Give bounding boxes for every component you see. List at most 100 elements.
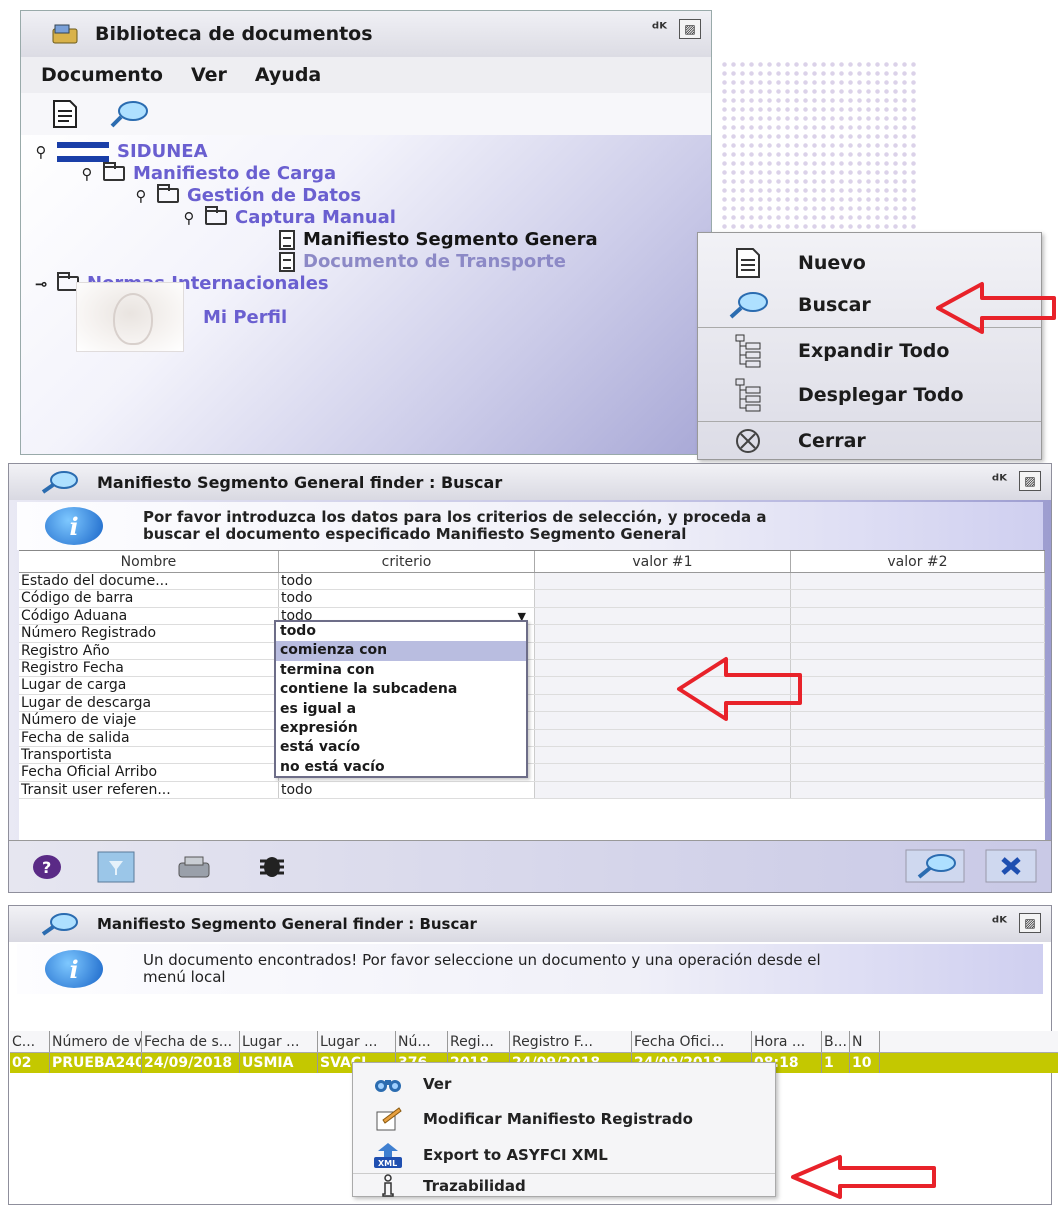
menu-ver[interactable]: Ver: [191, 64, 227, 86]
collapsed-pin-icon[interactable]: ⊸: [33, 275, 49, 293]
profile-avatar: [76, 282, 184, 352]
dropdown-option-selected[interactable]: comienza con: [276, 641, 526, 661]
results-column-header[interactable]: N: [850, 1031, 880, 1052]
undock-icon[interactable]: ᵈᴷ: [652, 19, 667, 39]
new-document-icon[interactable]: [51, 99, 79, 129]
expand-pin-icon[interactable]: ⚲: [181, 209, 197, 227]
criteria-value2-cell[interactable]: [790, 764, 1045, 781]
results-column-header[interactable]: Nú...: [396, 1031, 448, 1052]
criteria-row[interactable]: Fecha de salida: [19, 729, 1045, 747]
criteria-row[interactable]: Registro Año: [19, 642, 1045, 660]
criteria-row[interactable]: Lugar de descarga: [19, 694, 1045, 713]
results-column-header[interactable]: Fecha Ofici...: [632, 1031, 752, 1052]
results-column-header[interactable]: Número de viaje: [50, 1031, 142, 1052]
menu-documento[interactable]: Documento: [41, 64, 163, 86]
dropdown-option[interactable]: es igual a: [276, 700, 526, 719]
dropdown-option[interactable]: está vacío: [276, 738, 526, 757]
tree-item-mi-perfil[interactable]: Mi Perfil: [203, 307, 287, 328]
criteria-value2-cell[interactable]: [790, 607, 1045, 625]
printer-icon[interactable]: [175, 855, 213, 881]
menu-ayuda[interactable]: Ayuda: [255, 64, 321, 86]
maximize-button[interactable]: ▨: [679, 19, 701, 39]
criteria-value2-cell[interactable]: [790, 729, 1045, 746]
tree-item-sidunea[interactable]: ⚲ SIDUNEA: [33, 141, 208, 162]
dropdown-option[interactable]: todo: [276, 622, 526, 641]
info-icon: i: [45, 950, 103, 988]
results-column-header[interactable]: Fecha de s...: [142, 1031, 240, 1052]
close-button[interactable]: [985, 849, 1037, 883]
criteria-value2-cell[interactable]: [790, 712, 1045, 729]
criteria-value2-cell[interactable]: [790, 659, 1045, 677]
settings-icon[interactable]: [257, 853, 287, 881]
criteria-value1-cell[interactable]: [534, 625, 791, 642]
dropdown-option[interactable]: contiene la subcadena: [276, 680, 526, 699]
results-column-header[interactable]: Hora ...: [752, 1031, 822, 1052]
maximize-button[interactable]: ▨: [1019, 913, 1041, 933]
search-icon[interactable]: [109, 99, 149, 129]
menu-item-trazabilidad[interactable]: Trazabilidad: [353, 1174, 775, 1197]
help-icon[interactable]: ?: [31, 853, 63, 881]
search-icon: [729, 292, 768, 319]
results-column-header[interactable]: Regi...: [448, 1031, 510, 1052]
criteria-row[interactable]: Transit user referen... todo: [19, 781, 1045, 800]
criteria-row[interactable]: Registro Fecha: [19, 659, 1045, 678]
results-column-header[interactable]: Registro F...: [510, 1031, 632, 1052]
criteria-value1-cell[interactable]: [534, 746, 791, 764]
criteria-operator-cell[interactable]: todo: [278, 573, 535, 590]
criteria-value2-cell[interactable]: [790, 746, 1045, 764]
filter-icon[interactable]: [97, 851, 135, 883]
expand-pin-icon[interactable]: ⚲: [133, 187, 149, 205]
tree-item-captura-manual[interactable]: ⚲ Captura Manual: [181, 206, 396, 228]
results-column-header[interactable]: B...: [822, 1031, 850, 1052]
menu-item-export-xml[interactable]: XML Export to ASYFCI XML: [353, 1139, 775, 1171]
dropdown-option[interactable]: no está vacío: [276, 758, 526, 777]
criteria-value1-cell[interactable]: [534, 781, 791, 799]
criteria-row[interactable]: Código de barra todo: [19, 590, 1045, 608]
criteria-value2-cell[interactable]: [790, 625, 1045, 642]
undock-icon[interactable]: ᵈᴷ: [992, 471, 1007, 491]
search-button[interactable]: [905, 849, 965, 883]
criteria-row[interactable]: Código Aduana todo ▼: [19, 607, 1045, 626]
criteria-row[interactable]: Lugar de carga: [19, 677, 1045, 695]
results-column-header[interactable]: Lugar ...: [318, 1031, 396, 1052]
menu-item-desplegar[interactable]: Desplegar Todo: [698, 373, 1041, 417]
menu-item-cerrar[interactable]: Cerrar: [698, 423, 1041, 459]
results-column-header[interactable]: Lugar ...: [240, 1031, 318, 1052]
criteria-row[interactable]: Estado del docume... todo: [19, 573, 1045, 591]
tree-item-segmento-general[interactable]: Manifiesto Segmento Genera: [279, 229, 598, 250]
criteria-value1-cell[interactable]: [534, 607, 791, 625]
criteria-value2-cell[interactable]: [790, 590, 1045, 607]
criteria-operator-cell[interactable]: todo: [278, 781, 535, 799]
criteria-value2-cell[interactable]: [790, 694, 1045, 712]
criteria-value1-cell[interactable]: [534, 590, 791, 607]
folder-open-icon: [103, 162, 125, 181]
tree-item-gestion-datos[interactable]: ⚲ Gestión de Datos: [133, 184, 361, 206]
criteria-value2-cell[interactable]: [790, 642, 1045, 659]
criteria-value1-cell[interactable]: [534, 764, 791, 781]
criteria-row[interactable]: Número de viaje: [19, 712, 1045, 730]
criteria-row[interactable]: Transportista: [19, 746, 1045, 765]
expand-pin-icon[interactable]: ⚲: [33, 143, 49, 161]
document-icon: [279, 251, 295, 272]
criteria-row[interactable]: Fecha Oficial Arribo: [19, 764, 1045, 782]
dropdown-option[interactable]: expresión: [276, 719, 526, 738]
menu-item-modificar[interactable]: Modificar Manifiesto Registrado: [353, 1103, 775, 1135]
criteria-operator-cell[interactable]: todo: [278, 590, 535, 607]
maximize-button[interactable]: ▨: [1019, 471, 1041, 491]
criteria-value2-cell[interactable]: [790, 677, 1045, 694]
tree-item-manifiesto-carga[interactable]: ⚲ Manifiesto de Carga: [79, 162, 336, 184]
criteria-name-cell: Estado del docume...: [19, 573, 279, 590]
tree-item-documento-transporte[interactable]: Documento de Transporte: [279, 251, 566, 272]
criteria-value1-cell[interactable]: [534, 573, 791, 590]
undock-icon[interactable]: ᵈᴷ: [992, 913, 1007, 933]
dropdown-option[interactable]: termina con: [276, 661, 526, 680]
results-column-header[interactable]: C...: [10, 1031, 50, 1052]
criteria-row[interactable]: Número Registrado: [19, 625, 1045, 643]
menu-item-ver[interactable]: Ver: [353, 1069, 775, 1099]
criteria-value2-cell[interactable]: [790, 781, 1045, 799]
criterio-dropdown-list[interactable]: todo comienza con termina con contiene l…: [274, 620, 528, 778]
criteria-value1-cell[interactable]: [534, 729, 791, 746]
expand-pin-icon[interactable]: ⚲: [79, 165, 95, 183]
criteria-value2-cell[interactable]: [790, 573, 1045, 590]
menu-item-nuevo[interactable]: Nuevo: [698, 241, 1041, 285]
